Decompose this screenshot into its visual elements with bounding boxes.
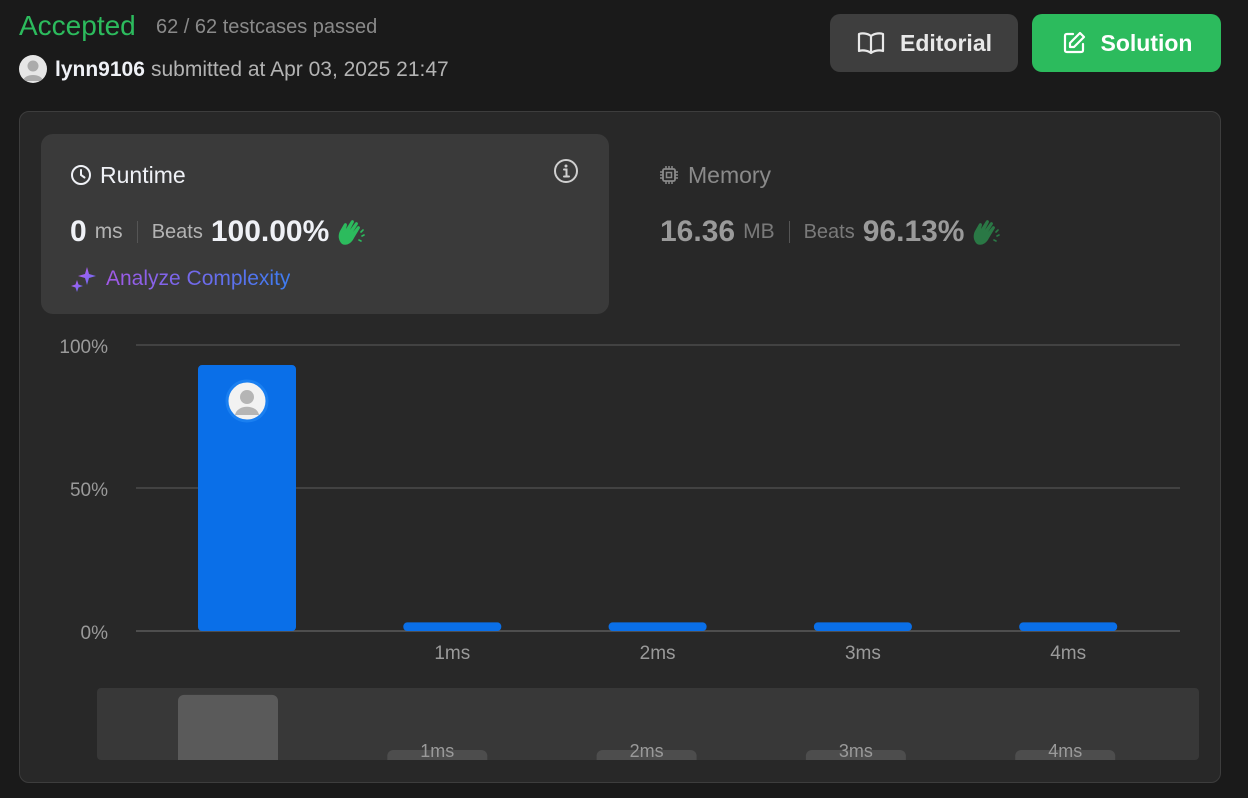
chart-bar[interactable] <box>403 622 502 631</box>
x-tick-label: 4ms <box>1050 643 1086 664</box>
chart-minimap[interactable]: 1ms 2ms 3ms 4ms <box>97 688 1199 760</box>
y-tick-label: 50% <box>70 480 108 501</box>
bar-user-avatar <box>225 379 269 423</box>
x-tick-label: 1ms <box>434 643 470 664</box>
minimap-tick-label: 4ms <box>1048 741 1082 760</box>
x-tick-label: 3ms <box>845 643 881 664</box>
chart-bar[interactable] <box>1019 622 1118 631</box>
minimap-tick-label: 2ms <box>630 741 664 760</box>
runtime-distribution-chart[interactable]: 100% 50% 0% 1ms 2ms 3ms 4ms <box>0 0 1248 798</box>
chart-bar[interactable] <box>813 622 912 631</box>
minimap-bar <box>178 694 278 760</box>
minimap-tick-label: 1ms <box>420 741 454 760</box>
x-tick-label: 2ms <box>640 643 676 664</box>
y-tick-label: 0% <box>81 623 109 644</box>
avatar-head <box>240 390 254 405</box>
minimap-svg[interactable]: 1ms 2ms 3ms 4ms <box>97 688 1199 760</box>
y-tick-label: 100% <box>59 337 108 358</box>
chart-bar[interactable] <box>608 622 707 631</box>
minimap-tick-label: 3ms <box>839 741 873 760</box>
